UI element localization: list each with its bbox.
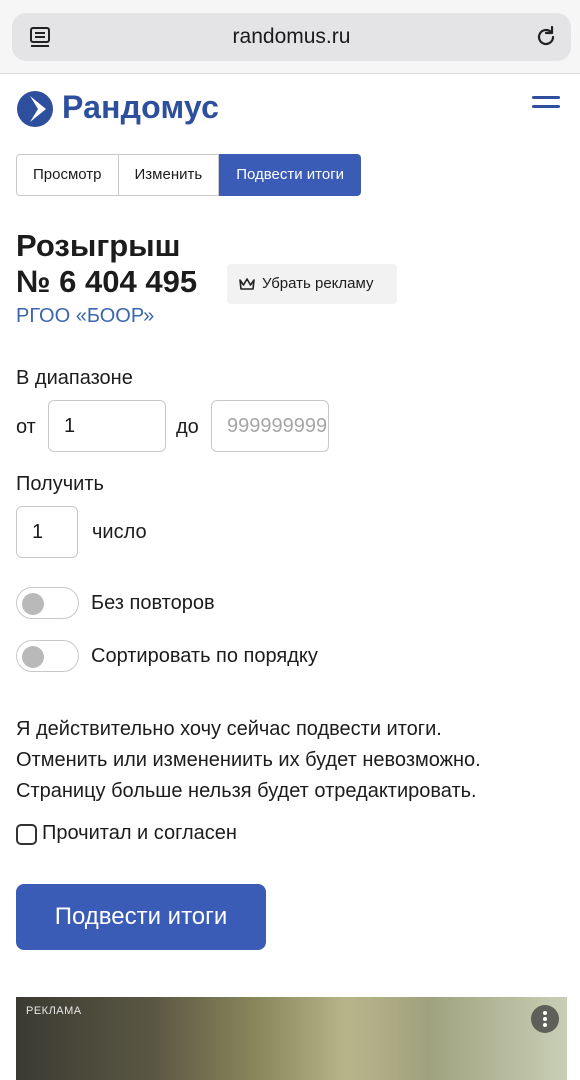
- tab-edit[interactable]: Изменить: [118, 154, 220, 196]
- get-label: Получить: [16, 473, 104, 495]
- reload-icon[interactable]: [533, 24, 559, 50]
- agree-checkbox[interactable]: [16, 824, 37, 845]
- site-header: Рандомус: [0, 76, 580, 142]
- warning-line-2: Отменить или изменениить их будет невозм…: [16, 749, 481, 771]
- advertisement-banner[interactable]: РЕКЛАМА: [16, 997, 567, 1080]
- warning-line-3: Страницу больше нельзя будет отредактиро…: [16, 780, 477, 802]
- page-title: Розыгрыш № 6 404 495: [16, 228, 197, 300]
- count-input[interactable]: 1: [16, 506, 78, 558]
- logo-icon[interactable]: [16, 90, 54, 128]
- title-line-2: № 6 404 495: [16, 264, 198, 299]
- url-text[interactable]: randomus.ru: [12, 25, 571, 49]
- hamburger-menu-icon[interactable]: [532, 96, 560, 118]
- agree-label[interactable]: Прочитал и согласен: [42, 822, 237, 845]
- range-label: В диапазоне: [16, 367, 133, 389]
- remove-ads-button[interactable]: Убрать рекламу: [227, 264, 397, 304]
- no-repeats-toggle[interactable]: [16, 587, 79, 619]
- more-options-icon[interactable]: [531, 1005, 559, 1033]
- mode-tabs: Просмотр Изменить Подвести итоги: [16, 154, 362, 196]
- from-label: от: [16, 416, 36, 438]
- confirmation-text: Я действительно хочу сейчас подвести ито…: [16, 714, 566, 807]
- title-line-1: Розыгрыш: [16, 228, 181, 263]
- count-unit-label: число: [92, 521, 147, 543]
- range-to-input[interactable]: 9999999999: [211, 400, 329, 452]
- ad-label: РЕКЛАМА: [26, 1005, 82, 1017]
- warning-line-1: Я действительно хочу сейчас подвести ито…: [16, 718, 442, 740]
- sort-toggle[interactable]: [16, 640, 79, 672]
- organizer-link[interactable]: РГОО «БООР»: [16, 305, 154, 328]
- logo-text[interactable]: Рандомус: [62, 89, 219, 126]
- sort-label: Сортировать по порядку: [91, 645, 318, 667]
- tab-summarize[interactable]: Подвести итоги: [219, 154, 362, 196]
- crown-icon: [239, 278, 255, 290]
- browser-toolbar: randomus.ru: [0, 0, 580, 74]
- tab-view[interactable]: Просмотр: [16, 154, 119, 196]
- address-bar[interactable]: randomus.ru: [12, 13, 571, 61]
- remove-ads-label: Убрать рекламу: [262, 275, 374, 292]
- submit-results-button[interactable]: Подвести итоги: [16, 884, 266, 950]
- range-from-input[interactable]: 1: [48, 400, 166, 452]
- no-repeats-label: Без повторов: [91, 592, 215, 614]
- to-label: до: [176, 416, 199, 438]
